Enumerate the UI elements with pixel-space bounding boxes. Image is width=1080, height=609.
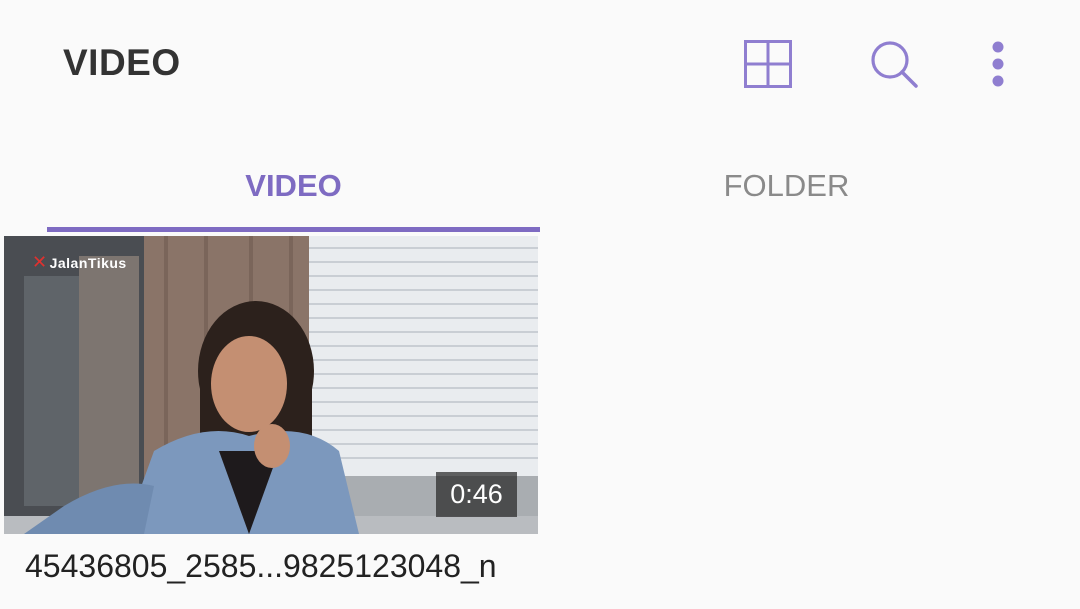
- tab-bar: VIDEO FOLDER: [0, 140, 1080, 232]
- search-icon: [868, 38, 920, 90]
- grid-view-button[interactable]: [740, 36, 796, 92]
- duration-badge: 0:46: [436, 472, 517, 517]
- page-title: VIDEO: [63, 42, 181, 83]
- watermark-logo: ✕ JalanTikus: [32, 252, 127, 273]
- tab-folder[interactable]: FOLDER: [540, 140, 1033, 232]
- grid-view-icon: [743, 39, 793, 89]
- video-list-item[interactable]: ✕ JalanTikus 0:46 45436805_2585...982512…: [4, 236, 538, 606]
- video-thumbnail: ✕ JalanTikus 0:46: [4, 236, 538, 534]
- tab-video[interactable]: VIDEO: [47, 140, 540, 232]
- more-options-icon: [991, 41, 1005, 87]
- watermark-text: JalanTikus: [49, 254, 127, 271]
- top-app-bar: VIDEO: [0, 0, 1080, 130]
- video-filename: 45436805_2585...9825123048_n: [25, 548, 497, 584]
- watermark-mark-icon: ✕: [32, 252, 48, 272]
- more-options-button[interactable]: [970, 36, 1026, 92]
- search-button[interactable]: [866, 36, 922, 92]
- video-app: VIDEO VIDEO FOLDER ✕ JalanTikus 0:46 454…: [0, 0, 1080, 609]
- selected-tab-indicator: [47, 227, 540, 232]
